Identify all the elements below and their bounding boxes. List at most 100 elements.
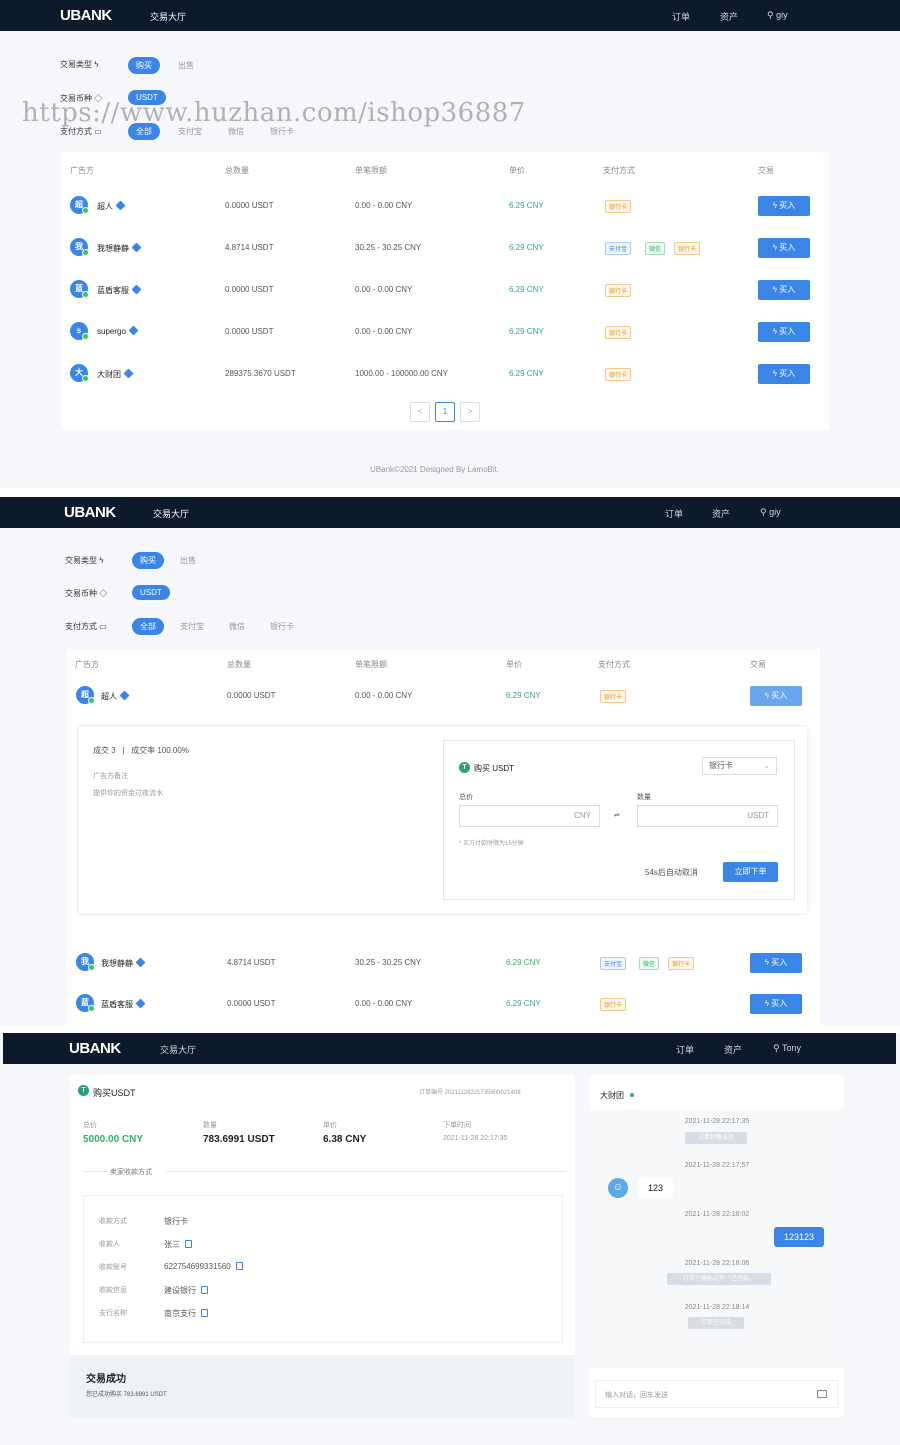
row-limit: 30.25 - 30.25 CNY bbox=[355, 243, 422, 252]
chat-header: 大财团 bbox=[600, 1090, 635, 1101]
page-prev[interactable]: < bbox=[410, 402, 430, 422]
section-title: 卖家收款方式 bbox=[110, 1169, 152, 1176]
chip-pay-wechat[interactable]: 微信 bbox=[221, 618, 253, 635]
chip-sell[interactable]: 出售 bbox=[172, 552, 204, 569]
tag-bank: 银行卡 bbox=[605, 326, 632, 339]
order-title: 购买USDT bbox=[93, 1088, 136, 1098]
total-input[interactable]: CNY bbox=[459, 805, 600, 827]
buy-button[interactable]: ϟ 买入 bbox=[750, 953, 802, 973]
qty-label: 数量 bbox=[203, 1122, 217, 1129]
chip-usdt[interactable]: USDT bbox=[132, 585, 170, 600]
nav-assets[interactable]: 资产 bbox=[712, 507, 730, 520]
remark-label: 广告方备注 bbox=[93, 773, 128, 780]
avatar: s bbox=[70, 322, 89, 340]
buy-button[interactable]: ϟ 买入 bbox=[750, 994, 802, 1014]
advertiser-name[interactable]: 超人 bbox=[97, 200, 126, 212]
diamond-icon bbox=[115, 200, 126, 211]
field-value: 张三 bbox=[164, 1239, 192, 1250]
row-limit: 1000.00 - 100000.00 CNY bbox=[355, 369, 448, 378]
method-select[interactable]: 银行卡 ⌄ bbox=[702, 757, 777, 775]
copy-icon[interactable] bbox=[201, 1286, 208, 1294]
seller-avatar: ☺ bbox=[608, 1178, 628, 1198]
success-banner: 交易成功 您已成功购买 783.6991 USDT bbox=[70, 1355, 575, 1417]
qty-input[interactable]: USDT bbox=[637, 805, 778, 827]
row-amount: 4.8714 USDT bbox=[225, 243, 274, 252]
total-label: 总价 bbox=[459, 794, 473, 801]
chat-input[interactable]: 输入对话，回车发送 bbox=[595, 1380, 838, 1408]
total-label: 总价 bbox=[83, 1122, 97, 1129]
advertiser-name[interactable]: 我想静静 bbox=[101, 957, 146, 969]
buy-button[interactable]: ϟ 买入 bbox=[758, 238, 810, 258]
logo[interactable]: UBANK bbox=[60, 7, 112, 24]
logo[interactable]: UBANK bbox=[69, 1040, 121, 1057]
order-total: 5000.00 CNY bbox=[83, 1134, 144, 1145]
user-name: giy bbox=[776, 10, 788, 20]
nav-orders[interactable]: 订单 bbox=[676, 1043, 694, 1056]
card-icon: ▭ bbox=[99, 622, 107, 631]
tag-wechat: 微信 bbox=[645, 242, 666, 255]
chip-pay-bank[interactable]: 银行卡 bbox=[262, 618, 302, 635]
chip-pay-all[interactable]: 全部 bbox=[132, 618, 164, 635]
order-price: 6.38 CNY bbox=[323, 1134, 367, 1145]
nav-assets[interactable]: 资产 bbox=[720, 10, 738, 23]
diamond-icon bbox=[135, 957, 146, 968]
buy-button[interactable]: ϟ 买入 bbox=[758, 196, 810, 216]
nav-user[interactable]: ⚲ giy bbox=[760, 507, 781, 518]
image-icon[interactable] bbox=[817, 1390, 827, 1398]
row-limit: 0.00 - 0.00 CNY bbox=[355, 691, 413, 700]
buy-button[interactable]: ϟ 买入 bbox=[758, 364, 810, 384]
row-limit: 30.25 - 30.25 CNY bbox=[355, 958, 422, 967]
advertiser-name[interactable]: 蓝盾客服 bbox=[101, 998, 146, 1010]
row-amount: 0.0000 USDT bbox=[225, 327, 274, 336]
advertiser-name[interactable]: 大财团 bbox=[97, 368, 134, 380]
chip-pay-alipay[interactable]: 支付宝 bbox=[172, 618, 212, 635]
nav-orders[interactable]: 订单 bbox=[665, 507, 683, 520]
buy-button[interactable]: ϟ 买入 bbox=[758, 280, 810, 300]
chip-buy[interactable]: 购买 bbox=[128, 57, 160, 74]
tag-bank: 银行卡 bbox=[600, 998, 627, 1011]
copy-icon[interactable] bbox=[201, 1309, 208, 1317]
pay-label: 支付方式 ▭ bbox=[65, 622, 107, 631]
market-panel-1: UBANK 交易大厅 订单 资产 ⚲ giy 交易类型 ϟ 购买 出售 交易币种… bbox=[0, 0, 900, 488]
tag-bank: 银行卡 bbox=[674, 242, 701, 255]
nav-user[interactable]: ⚲ Tony bbox=[773, 1043, 801, 1054]
nav-user[interactable]: ⚲ giy bbox=[767, 10, 788, 21]
success-title: 交易成功 bbox=[86, 1374, 126, 1385]
nav-market[interactable]: 交易大厅 bbox=[160, 1043, 196, 1056]
buy-button[interactable]: ϟ 买入 bbox=[758, 322, 810, 342]
diamond-icon bbox=[135, 998, 146, 1009]
advertiser-name[interactable]: supergo bbox=[97, 325, 139, 336]
page-next[interactable]: > bbox=[460, 402, 480, 422]
nav-market[interactable]: 交易大厅 bbox=[150, 10, 186, 23]
chip-buy[interactable]: 购买 bbox=[132, 552, 164, 569]
order-qty: 783.6991 USDT bbox=[203, 1134, 275, 1145]
swap-icon[interactable]: ⇌ bbox=[614, 811, 620, 819]
buy-button[interactable]: ϟ 买入 bbox=[750, 686, 802, 706]
row-amount: 0.0000 USDT bbox=[225, 201, 274, 210]
avatar: 超 bbox=[70, 196, 89, 214]
chat-time: 2021-11-28 22:18:02 bbox=[684, 1211, 750, 1218]
th-trade: 交易 bbox=[758, 166, 774, 175]
avatar: 大 bbox=[70, 364, 89, 382]
avatar: 蓝 bbox=[76, 994, 95, 1012]
page-1[interactable]: 1 bbox=[435, 402, 455, 422]
payment-note: * 买方付款时限为15分钟 bbox=[459, 841, 524, 847]
copy-icon[interactable] bbox=[185, 1240, 192, 1248]
advertiser-name[interactable]: 蓝盾客服 bbox=[97, 284, 142, 296]
nav-assets[interactable]: 资产 bbox=[724, 1043, 742, 1056]
type-label: 交易类型 ϟ bbox=[60, 60, 99, 69]
place-order-button[interactable]: 立即下单 bbox=[723, 862, 778, 882]
ad-detail-panel: 成交 3 | 成交率 100.00% 广告方备注 提供你的资金过夜流水 T 购买… bbox=[79, 727, 807, 913]
advertiser-name[interactable]: 我想静静 bbox=[97, 242, 142, 254]
copy-icon[interactable] bbox=[235, 1262, 243, 1270]
chip-sell[interactable]: 出售 bbox=[170, 57, 202, 74]
row-limit: 0.00 - 0.00 CNY bbox=[355, 999, 413, 1008]
success-message: 您已成功购买 783.6991 USDT bbox=[86, 1392, 167, 1398]
advertiser-name[interactable]: 超人 bbox=[101, 690, 130, 702]
field-value: 银行卡 bbox=[164, 1217, 188, 1226]
logo[interactable]: UBANK bbox=[64, 504, 116, 521]
tether-icon: T bbox=[459, 762, 470, 773]
ads-table: 广告方 总数量 单笔限额 单价 支付方式 交易 超 超人 0.0000 USDT… bbox=[67, 649, 820, 1025]
nav-market[interactable]: 交易大厅 bbox=[153, 507, 189, 520]
nav-orders[interactable]: 订单 bbox=[672, 10, 690, 23]
